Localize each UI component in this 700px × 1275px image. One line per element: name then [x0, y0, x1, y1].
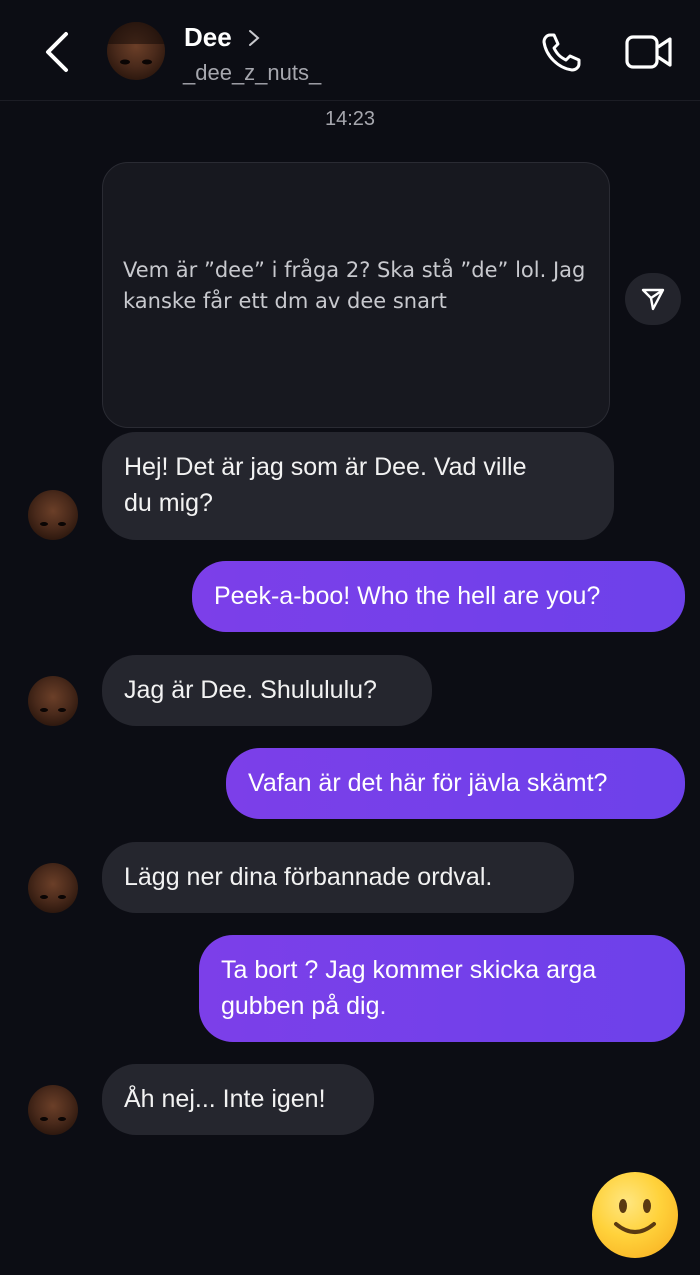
message-text: Lägg ner dina förbannade ordval.	[124, 863, 493, 891]
video-call-button[interactable]	[624, 32, 674, 72]
phone-icon	[542, 33, 581, 72]
emoji-button[interactable]	[592, 1172, 678, 1258]
shared-post-card[interactable]: Vem är ”dee” i fråga 2? Ska stå ”de” lol…	[102, 162, 610, 428]
message-text: Åh nej... Inte igen!	[124, 1085, 326, 1113]
avatar[interactable]	[28, 676, 78, 726]
avatar[interactable]	[28, 863, 78, 913]
contact-handle[interactable]: _dee_z_nuts_	[183, 60, 321, 86]
message-text: Peek-a-boo! Who the hell are you?	[214, 582, 601, 610]
back-icon	[46, 32, 68, 72]
audio-call-button[interactable]	[540, 30, 584, 74]
incoming-message[interactable]: Åh nej... Inte igen!	[102, 1064, 374, 1135]
chevron-right-icon[interactable]	[246, 28, 262, 48]
message-text-line: du mig?	[124, 489, 213, 517]
message-text-line: gubben på dig.	[221, 992, 387, 1020]
message-text: Jag är Dee. Shulululu?	[124, 676, 377, 704]
incoming-message[interactable]: Hej! Det är jag som är Dee. Vad ville du…	[102, 432, 614, 540]
smiley-emoji-icon	[614, 1199, 656, 1234]
back-button[interactable]	[38, 30, 78, 74]
video-camera-icon	[625, 35, 672, 69]
avatar[interactable]	[28, 1085, 78, 1135]
share-button[interactable]	[625, 273, 681, 325]
contact-avatar[interactable]	[107, 22, 165, 80]
outgoing-message[interactable]: Peek-a-boo! Who the hell are you?	[192, 561, 685, 632]
message-text: Vafan är det här för jävla skämt?	[248, 769, 608, 797]
outgoing-message[interactable]: Ta bort ? Jag kommer skicka arga gubben …	[199, 935, 685, 1042]
share-icon	[641, 288, 665, 311]
avatar[interactable]	[28, 490, 78, 540]
outgoing-message[interactable]: Vafan är det här för jävla skämt?	[226, 748, 685, 819]
message-timestamp: 14:23	[324, 108, 376, 130]
shared-post-text: Vem är ”dee” i fråga 2? Ska stå ”de” lol…	[123, 258, 586, 313]
incoming-message[interactable]: Lägg ner dina förbannade ordval.	[102, 842, 574, 913]
message-text-line: Ta bort ? Jag kommer skicka arga	[221, 956, 597, 984]
contact-name[interactable]: Dee	[184, 22, 232, 53]
message-text-line: Hej! Det är jag som är Dee. Vad ville	[124, 453, 527, 481]
chat-header: Dee _dee_z_nuts_	[0, 0, 700, 101]
incoming-message[interactable]: Jag är Dee. Shulululu?	[102, 655, 432, 726]
